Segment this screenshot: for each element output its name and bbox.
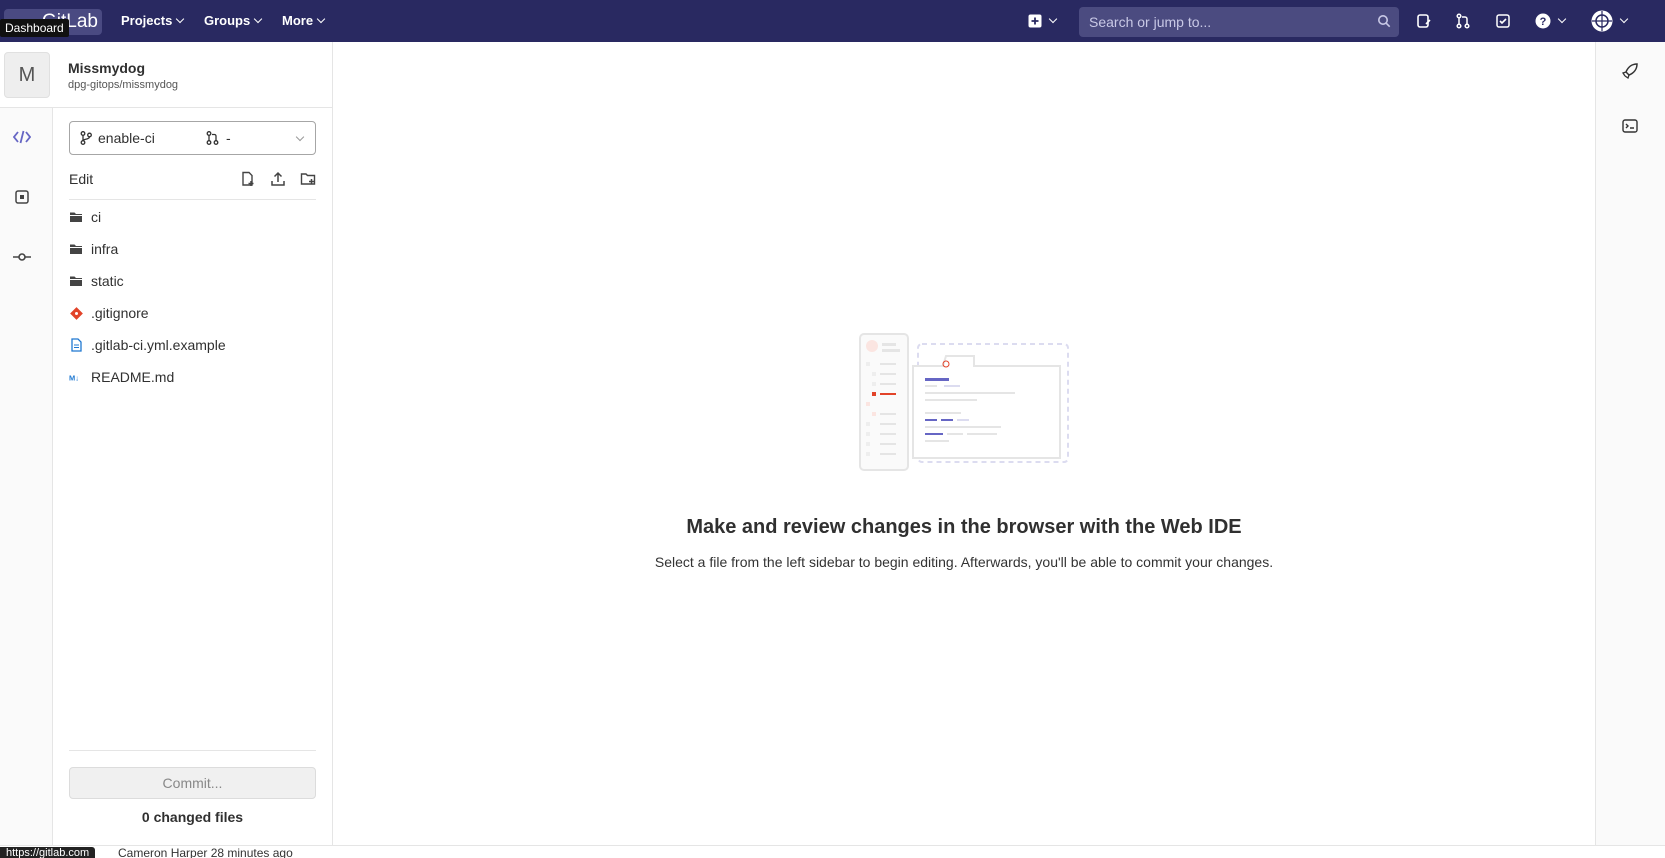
merge-requests-icon[interactable] (1454, 12, 1472, 30)
new-folder-icon[interactable] (300, 171, 316, 187)
svg-text:M↓: M↓ (69, 373, 79, 382)
nav-groups[interactable]: Groups (204, 13, 263, 28)
new-file-icon[interactable] (240, 171, 256, 187)
markdown-icon: M↓ (69, 370, 83, 384)
code-icon (13, 130, 31, 144)
commit-icon (13, 253, 31, 261)
issues-icon[interactable] (1415, 12, 1433, 30)
tree-item-label: infra (91, 241, 119, 257)
pipelines-icon[interactable] (1621, 62, 1639, 80)
project-path[interactable]: dpg-gitops/missmydog (68, 79, 178, 91)
activity-bar (0, 108, 53, 845)
help-icon: ? (1535, 13, 1551, 29)
tree-item-label: ci (91, 209, 102, 225)
edit-actions (240, 171, 316, 187)
list-item[interactable]: .gitlab-ci.yml.example (69, 329, 316, 361)
review-icon (15, 190, 29, 204)
status-bar: https://gitlab.com Cameron Harper 28 min… (0, 845, 1665, 858)
folder-icon (69, 274, 83, 288)
divider (69, 750, 316, 751)
empty-state-description: Select a file from the left sidebar to b… (654, 554, 1274, 570)
user-menu[interactable] (1588, 10, 1630, 32)
search-placeholder: Search or jump to... (1089, 14, 1212, 30)
chevron-down-icon (1557, 14, 1567, 24)
terminal-icon[interactable] (1621, 117, 1639, 135)
chevron-down-icon (176, 14, 185, 23)
project-header: M Missmydog dpg-gitops/missmydog (0, 42, 333, 108)
folder-icon (69, 242, 83, 256)
right-toolbar (1595, 42, 1665, 845)
project-avatar[interactable]: M (4, 52, 50, 98)
git-icon (69, 306, 83, 320)
nav-groups-label: Groups (204, 13, 251, 28)
branch-name: enable-ci (98, 130, 155, 146)
branch-selector[interactable]: enable-ci - (69, 121, 316, 155)
editor-area: Make and review changes in the browser w… (333, 42, 1595, 845)
tree-item-label: .gitignore (91, 305, 149, 321)
edit-toolbar: Edit (69, 158, 316, 200)
web-ide-illustration (859, 333, 1069, 471)
todos-icon[interactable] (1494, 12, 1512, 30)
file-tree: ci infra static .gitignore .gitlab-ci.ym… (69, 201, 316, 393)
commit-mode-button[interactable] (12, 247, 32, 267)
nav-more[interactable]: More (282, 13, 326, 28)
empty-state-title: Make and review changes in the browser w… (686, 516, 1242, 538)
avatar-icon (1591, 10, 1613, 32)
chevron-down-icon (1619, 14, 1629, 24)
commit-button[interactable]: Commit... (69, 767, 316, 799)
merge-request-value: - (226, 130, 231, 146)
edit-label: Edit (69, 170, 94, 187)
top-navbar: GitLab Dashboard Projects Groups More Se… (0, 0, 1665, 42)
chevron-down-icon (316, 14, 326, 23)
list-item[interactable]: static (69, 265, 316, 297)
upload-icon[interactable] (270, 171, 286, 187)
merge-request-icon (206, 131, 219, 145)
list-item[interactable]: .gitignore (69, 297, 316, 329)
list-item[interactable]: M↓ README.md (69, 361, 316, 393)
dashboard-tooltip: Dashboard (0, 19, 69, 37)
new-item-dropdown[interactable] (1024, 12, 1060, 30)
help-dropdown[interactable]: ? (1532, 12, 1568, 30)
svg-text:?: ? (1540, 16, 1547, 28)
project-name[interactable]: Missmydog (68, 60, 145, 76)
folder-icon (69, 210, 83, 224)
review-mode-button[interactable] (12, 187, 32, 207)
changed-files-count: 0 changed files (141, 809, 244, 825)
chevron-down-icon (295, 132, 305, 142)
file-panel: enable-ci - Edit ci infra static .gitign… (53, 108, 333, 845)
search-icon (1378, 15, 1391, 28)
nav-more-label: More (282, 13, 314, 28)
nav-projects[interactable]: Projects (121, 13, 185, 28)
plus-square-icon (1028, 14, 1042, 28)
chevron-down-icon (1048, 14, 1058, 24)
list-item[interactable]: ci (69, 201, 316, 233)
branch-icon (80, 131, 92, 145)
file-icon (69, 338, 83, 352)
nav-projects-label: Projects (121, 13, 173, 28)
tree-item-label: .gitlab-ci.yml.example (91, 337, 226, 353)
chevron-down-icon (253, 14, 263, 23)
search-input[interactable]: Search or jump to... (1079, 7, 1399, 37)
status-url: https://gitlab.com (0, 847, 96, 858)
list-item[interactable]: infra (69, 233, 316, 265)
tree-item-label: static (91, 273, 124, 289)
status-last-commit: Cameron Harper 28 minutes ago (118, 846, 293, 858)
tree-item-label: README.md (91, 369, 175, 385)
edit-mode-button[interactable] (12, 127, 32, 147)
